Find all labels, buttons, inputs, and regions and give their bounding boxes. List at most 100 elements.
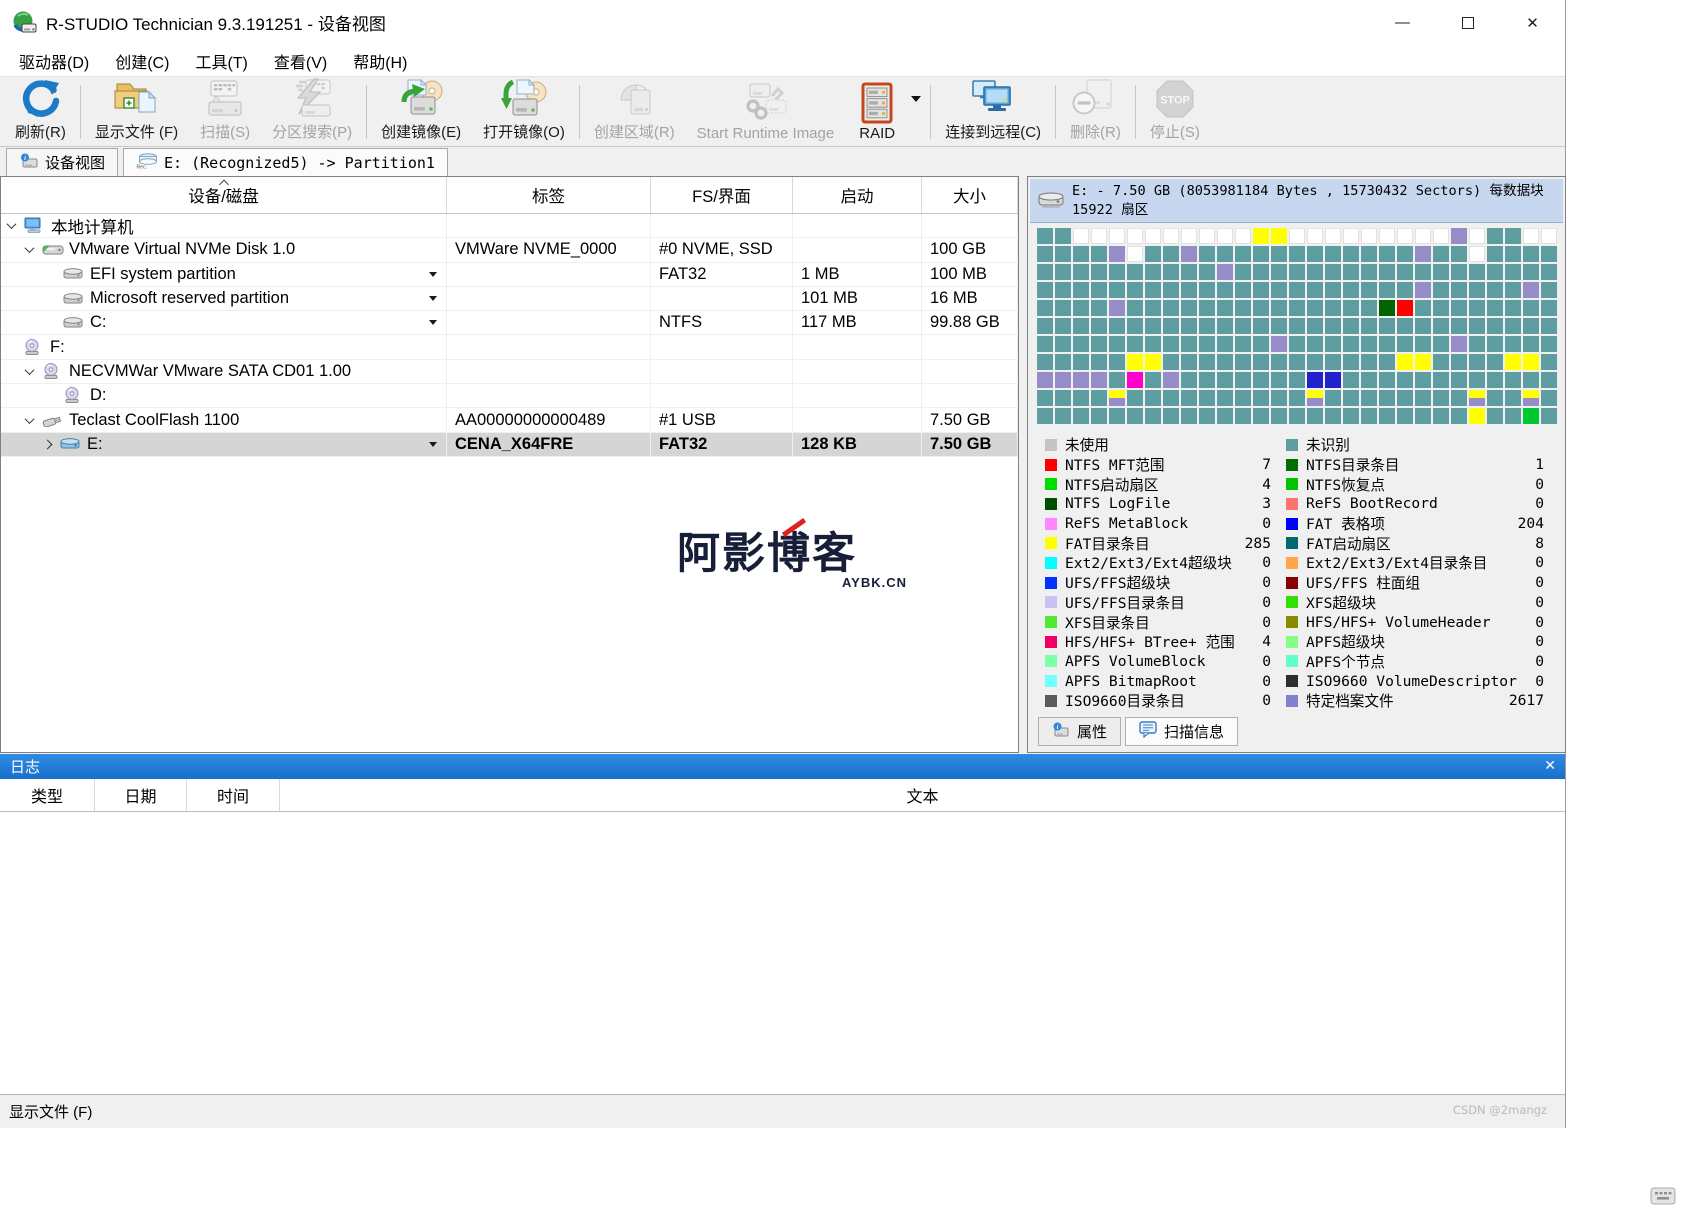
legend-label: APFS VolumeBlock [1065, 653, 1206, 670]
map-block [1217, 390, 1233, 406]
map-block [1145, 354, 1161, 370]
map-block [1145, 408, 1161, 424]
collapse-icon[interactable] [7, 219, 17, 229]
open-image-button[interactable]: 打开镜像(O) [472, 79, 576, 145]
app-logo-icon [12, 11, 38, 35]
map-block [1289, 390, 1305, 406]
map-block [1073, 300, 1089, 316]
map-block [1073, 282, 1089, 298]
map-block [1469, 228, 1485, 244]
connect-remote-button[interactable]: 连接到远程(C) [934, 79, 1052, 145]
table-row[interactable]: Microsoft reserved partition101 MB16 MB [1, 287, 1018, 311]
map-block [1451, 300, 1467, 316]
row-dropdown-icon[interactable] [429, 442, 437, 447]
scan-tab-1[interactable]: 扫描信息 [1125, 717, 1238, 746]
create-image-button[interactable]: 创建镜像(E) [370, 79, 472, 145]
map-block [1469, 300, 1485, 316]
view-tab-0[interactable]: i设备视图 [6, 148, 118, 176]
map-block [1055, 300, 1071, 316]
legend-color-swatch [1045, 439, 1057, 451]
legend-color-swatch [1286, 498, 1298, 510]
column-header-start[interactable]: 启动 [793, 177, 922, 213]
legend-color-swatch [1286, 675, 1298, 687]
table-row[interactable]: EFI system partitionFAT321 MB100 MB [1, 263, 1018, 287]
row-dropdown-icon[interactable] [429, 272, 437, 277]
map-block [1271, 318, 1287, 334]
log-column-date[interactable]: 日期 [95, 779, 187, 811]
map-block [1415, 354, 1431, 370]
map-block [1343, 318, 1359, 334]
column-header-label[interactable]: 标签 [447, 177, 651, 213]
menu-item-4[interactable]: 帮助(H) [340, 46, 420, 76]
map-block [1541, 390, 1557, 406]
menu-item-3[interactable]: 查看(V) [261, 46, 340, 76]
menu-item-1[interactable]: 创建(C) [102, 46, 182, 76]
map-block [1199, 354, 1215, 370]
menu-item-0[interactable]: 驱动器(D) [6, 46, 102, 76]
column-header-size[interactable]: 大小 [922, 177, 1018, 213]
legend-color-swatch [1286, 439, 1298, 451]
cd-icon [23, 339, 47, 356]
map-block [1505, 408, 1521, 424]
partition-icon [63, 316, 87, 330]
pane-splitter[interactable] [1019, 176, 1027, 753]
map-block [1307, 354, 1323, 370]
map-block [1379, 300, 1395, 316]
map-block [1541, 264, 1557, 280]
view-tab-1[interactable]: Rec.E: (Recognized5) -> Partition1 [123, 148, 448, 176]
map-block [1361, 408, 1377, 424]
expand-icon[interactable] [43, 439, 53, 449]
device-name: D: [90, 386, 107, 405]
log-column-text[interactable]: 文本 [280, 779, 1565, 811]
collapse-icon[interactable] [25, 365, 35, 375]
table-row[interactable]: Teclast CoolFlash 1100AA00000000000489#1… [1, 408, 1018, 432]
table-row[interactable]: C:NTFS117 MB99.88 GB [1, 311, 1018, 335]
map-block [1235, 318, 1251, 334]
map-block [1325, 282, 1341, 298]
map-block [1271, 246, 1287, 262]
scan-tab-0[interactable]: i属性 [1038, 717, 1121, 746]
legend-entry: ReFS MetaBlock0 [1045, 514, 1271, 534]
log-close-icon[interactable]: ✕ [1544, 757, 1556, 774]
table-row[interactable]: 本地计算机 [1, 214, 1018, 238]
maximize-button[interactable] [1435, 0, 1500, 45]
legend-label: NTFS启动扇区 [1065, 474, 1159, 495]
show-files-button[interactable]: 显示文件 (F) [84, 79, 189, 145]
legend-label: XFS目录条目 [1065, 612, 1150, 633]
map-block [1235, 264, 1251, 280]
legend-label: NTFS目录条目 [1306, 454, 1400, 475]
column-header-device[interactable]: 设备/磁盘 [1, 177, 447, 213]
raid-dropdown-arrow-icon[interactable] [911, 96, 921, 102]
collapse-icon[interactable] [25, 414, 35, 424]
map-block [1523, 228, 1539, 244]
row-dropdown-icon[interactable] [429, 296, 437, 301]
table-row[interactable]: NECVMWar VMware SATA CD01 1.00 [1, 360, 1018, 384]
close-button[interactable]: ✕ [1500, 0, 1565, 45]
map-block [1145, 318, 1161, 334]
table-row[interactable]: F: [1, 335, 1018, 359]
table-row[interactable]: E:CENA_X64FREFAT32128 KB7.50 GB [1, 433, 1018, 457]
map-block [1217, 246, 1233, 262]
row-dropdown-icon[interactable] [429, 320, 437, 325]
refresh-button[interactable]: 刷新(R) [4, 79, 77, 145]
collapse-icon[interactable] [25, 244, 35, 254]
map-block [1433, 372, 1449, 388]
column-header-fs[interactable]: FS/界面 [651, 177, 793, 213]
menu-item-2[interactable]: 工具(T) [182, 46, 260, 76]
map-block [1073, 264, 1089, 280]
raid-button[interactable]: RAID [845, 79, 909, 145]
log-column-time[interactable]: 时间 [187, 779, 280, 811]
log-column-type[interactable]: 类型 [0, 779, 95, 811]
scan-block-map[interactable] [1036, 227, 1558, 425]
map-block [1505, 372, 1521, 388]
map-block [1343, 408, 1359, 424]
table-row[interactable]: D: [1, 384, 1018, 408]
minimize-button[interactable]: — [1370, 0, 1435, 45]
map-block [1523, 246, 1539, 262]
table-row[interactable]: VMware Virtual NVMe Disk 1.0VMWare NVME_… [1, 238, 1018, 262]
legend-count: 0 [1262, 653, 1271, 670]
tray-keyboard-icon[interactable] [1650, 1186, 1676, 1211]
map-block [1523, 318, 1539, 334]
map-block [1379, 264, 1395, 280]
map-block [1469, 390, 1485, 406]
